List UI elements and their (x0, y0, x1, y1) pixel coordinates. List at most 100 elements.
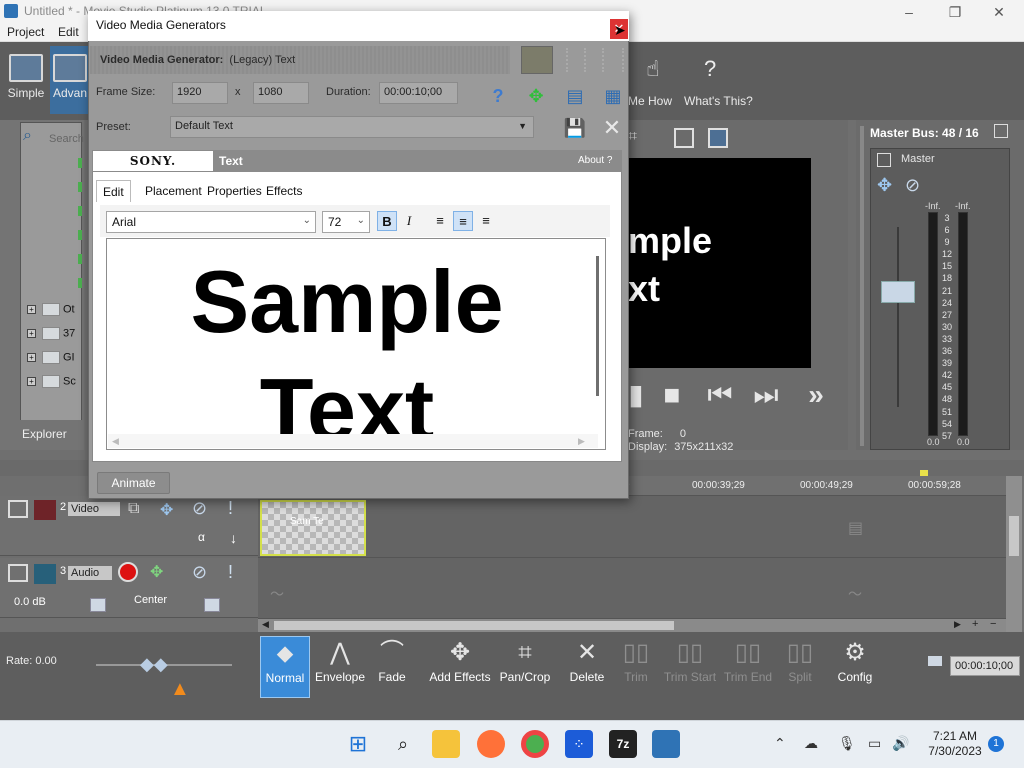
help-icon[interactable]: ? (486, 84, 510, 108)
save-snapshot-icon[interactable] (708, 128, 728, 148)
plugin-chain-icon[interactable] (521, 46, 553, 74)
scroll-thumb[interactable] (1009, 516, 1019, 556)
compositing-mode-icon[interactable]: α (198, 530, 205, 544)
chrome-icon[interactable] (521, 730, 549, 758)
text-media-clip[interactable]: Sam Te (260, 500, 366, 556)
track-expand-icon[interactable] (8, 564, 28, 582)
sample-text[interactable]: Sample Text (106, 248, 588, 464)
marker-icon[interactable] (920, 470, 928, 476)
delete-preset-button[interactable]: ✕ (600, 116, 624, 140)
font-family-select[interactable]: Arial ⌄ (106, 211, 316, 233)
expand-icon[interactable]: + (27, 305, 36, 314)
grid-icon[interactable]: ⌗ (628, 128, 637, 146)
canvas-horizontal-scrollbar[interactable]: ◀ ▶ (108, 434, 598, 448)
properties-icon[interactable] (994, 124, 1008, 138)
copy-snapshot-icon[interactable] (674, 128, 694, 148)
pan-slider[interactable] (204, 598, 220, 612)
movie-studio-icon[interactable] (652, 730, 680, 758)
microphone-icon[interactable]: 🎙 (838, 735, 856, 752)
duration-input[interactable]: 00:00:10;00 (379, 82, 458, 104)
timeline-tracks[interactable]: ▤ 〜 〜 (258, 496, 1008, 618)
system-clock[interactable]: 7:21 AM 7/30/2023 (920, 729, 990, 759)
down-arrow-icon[interactable]: ↓ (230, 530, 237, 546)
record-icon[interactable] (118, 562, 138, 582)
align-left-icon[interactable]: ≡ (430, 211, 450, 231)
notification-badge[interactable]: 1 (988, 736, 1004, 752)
track-fx-icon[interactable]: ✥ (150, 562, 163, 582)
file-explorer-icon[interactable] (432, 730, 460, 758)
scroll-right-icon[interactable]: ▶ (954, 619, 961, 630)
scroll-thumb[interactable] (274, 621, 674, 630)
add-effects-button[interactable]: ✥ Add Effects (426, 636, 494, 698)
volume-slider[interactable] (90, 598, 106, 612)
firefox-icon[interactable] (477, 730, 505, 758)
minimize-button[interactable]: – (886, 2, 932, 22)
video-track-name[interactable]: Video (68, 502, 120, 516)
pan-crop-button[interactable]: ⌗ Pan/Crop (497, 636, 553, 698)
simple-mode-button[interactable]: Simple (4, 46, 48, 114)
mute-icon[interactable]: ⊘ (905, 175, 920, 196)
italic-button[interactable]: I (399, 211, 419, 231)
scroll-left-icon[interactable]: ◀ (262, 619, 269, 630)
save-preset-button[interactable]: 💾 (563, 116, 587, 140)
trim-end-button[interactable]: ▯▯ Trim End (722, 636, 774, 698)
explorer-search-placeholder[interactable]: Search (49, 133, 84, 145)
save-preset-icon[interactable]: ▤ (563, 84, 587, 108)
split-button[interactable]: ▯▯ Split (778, 636, 822, 698)
audio-track-header[interactable]: 3 Audio ✥ ⊘ ! 0.0 dB Center (0, 558, 258, 618)
explorer-tab[interactable]: Explorer (8, 420, 82, 448)
trim-start-button[interactable]: ▯▯ Trim Start (662, 636, 718, 698)
tree-item[interactable]: +37 (27, 327, 87, 343)
tree-item[interactable]: + GI (27, 351, 87, 367)
stop-icon[interactable]: ■ (656, 378, 688, 412)
frame-width-input[interactable]: 1920 (172, 82, 228, 104)
zoom-out-icon[interactable]: − (990, 618, 996, 630)
rate-thumb-icon[interactable]: ◆◆ (140, 654, 168, 675)
align-center-icon[interactable]: ≡ (453, 211, 473, 231)
chevron-up-icon[interactable]: ⌃ (774, 735, 786, 752)
delete-button[interactable]: ✕ Delete (563, 636, 611, 698)
track-expand-icon[interactable] (8, 500, 28, 518)
volume-icon[interactable]: 🔊 (892, 735, 909, 752)
network-icon[interactable]: ☁ (804, 735, 818, 752)
trim-button[interactable]: ▯▯ Trim (614, 636, 658, 698)
track-fx-icon[interactable]: ✥ (160, 500, 173, 520)
display-icon[interactable]: ▭ (868, 735, 881, 752)
compositing-icon[interactable]: ⧉ (128, 500, 139, 518)
7zip-icon[interactable]: 7z (609, 730, 637, 758)
properties-icon[interactable]: ▦ (601, 84, 625, 108)
expand-icon[interactable]: + (27, 329, 36, 338)
more-icon[interactable]: » (800, 378, 832, 412)
next-frame-icon[interactable]: ⏭ (750, 378, 782, 412)
timeline-horizontal-scrollbar[interactable]: ◀ ▶ + − (258, 618, 1008, 632)
expand-icon[interactable]: + (27, 353, 36, 362)
tab-effects[interactable]: Effects (260, 180, 308, 202)
timeline-vertical-scrollbar[interactable] (1006, 476, 1022, 632)
video-track-header[interactable]: 2 Video ⧉ ✥ ⊘ ! α ↓ (0, 496, 258, 556)
track-solo-icon[interactable]: ! (228, 498, 233, 519)
tree-item[interactable]: + Ot (27, 303, 87, 319)
advanced-mode-button[interactable]: Advan (50, 46, 90, 114)
show-me-how-button[interactable]: ☝ Me How (628, 56, 678, 112)
track-mute-icon[interactable]: ⊘ (192, 498, 207, 519)
menu-project[interactable]: Project (7, 25, 44, 39)
fade-button[interactable]: ⌒ Fade (370, 636, 414, 698)
track-solo-icon[interactable]: ! (228, 562, 233, 583)
maximize-button[interactable]: ❐ (932, 2, 978, 22)
canvas-vertical-scrollbar[interactable] (596, 256, 599, 396)
whats-this-button[interactable]: ? What's This? (682, 56, 754, 112)
menu-edit[interactable]: Edit (58, 25, 79, 39)
animate-button[interactable]: Animate (97, 472, 170, 494)
master-fx-icon[interactable] (877, 153, 891, 167)
scroll-right-icon[interactable]: ▶ (578, 436, 585, 447)
start-icon[interactable]: ⊞ (344, 730, 372, 758)
audio-track-name[interactable]: Audio (68, 566, 112, 580)
tab-edit[interactable]: Edit (96, 180, 131, 202)
config-button[interactable]: ⚙ Config (830, 636, 880, 698)
about-link[interactable]: About ? (578, 155, 612, 166)
track-mute-icon[interactable]: ⊘ (192, 562, 207, 583)
font-size-select[interactable]: 72 ⌄ (322, 211, 370, 233)
search-icon[interactable]: ⌕ (389, 730, 417, 758)
tree-item[interactable]: + Sc (27, 375, 87, 391)
add-effects-icon[interactable]: ✥ (877, 175, 892, 196)
